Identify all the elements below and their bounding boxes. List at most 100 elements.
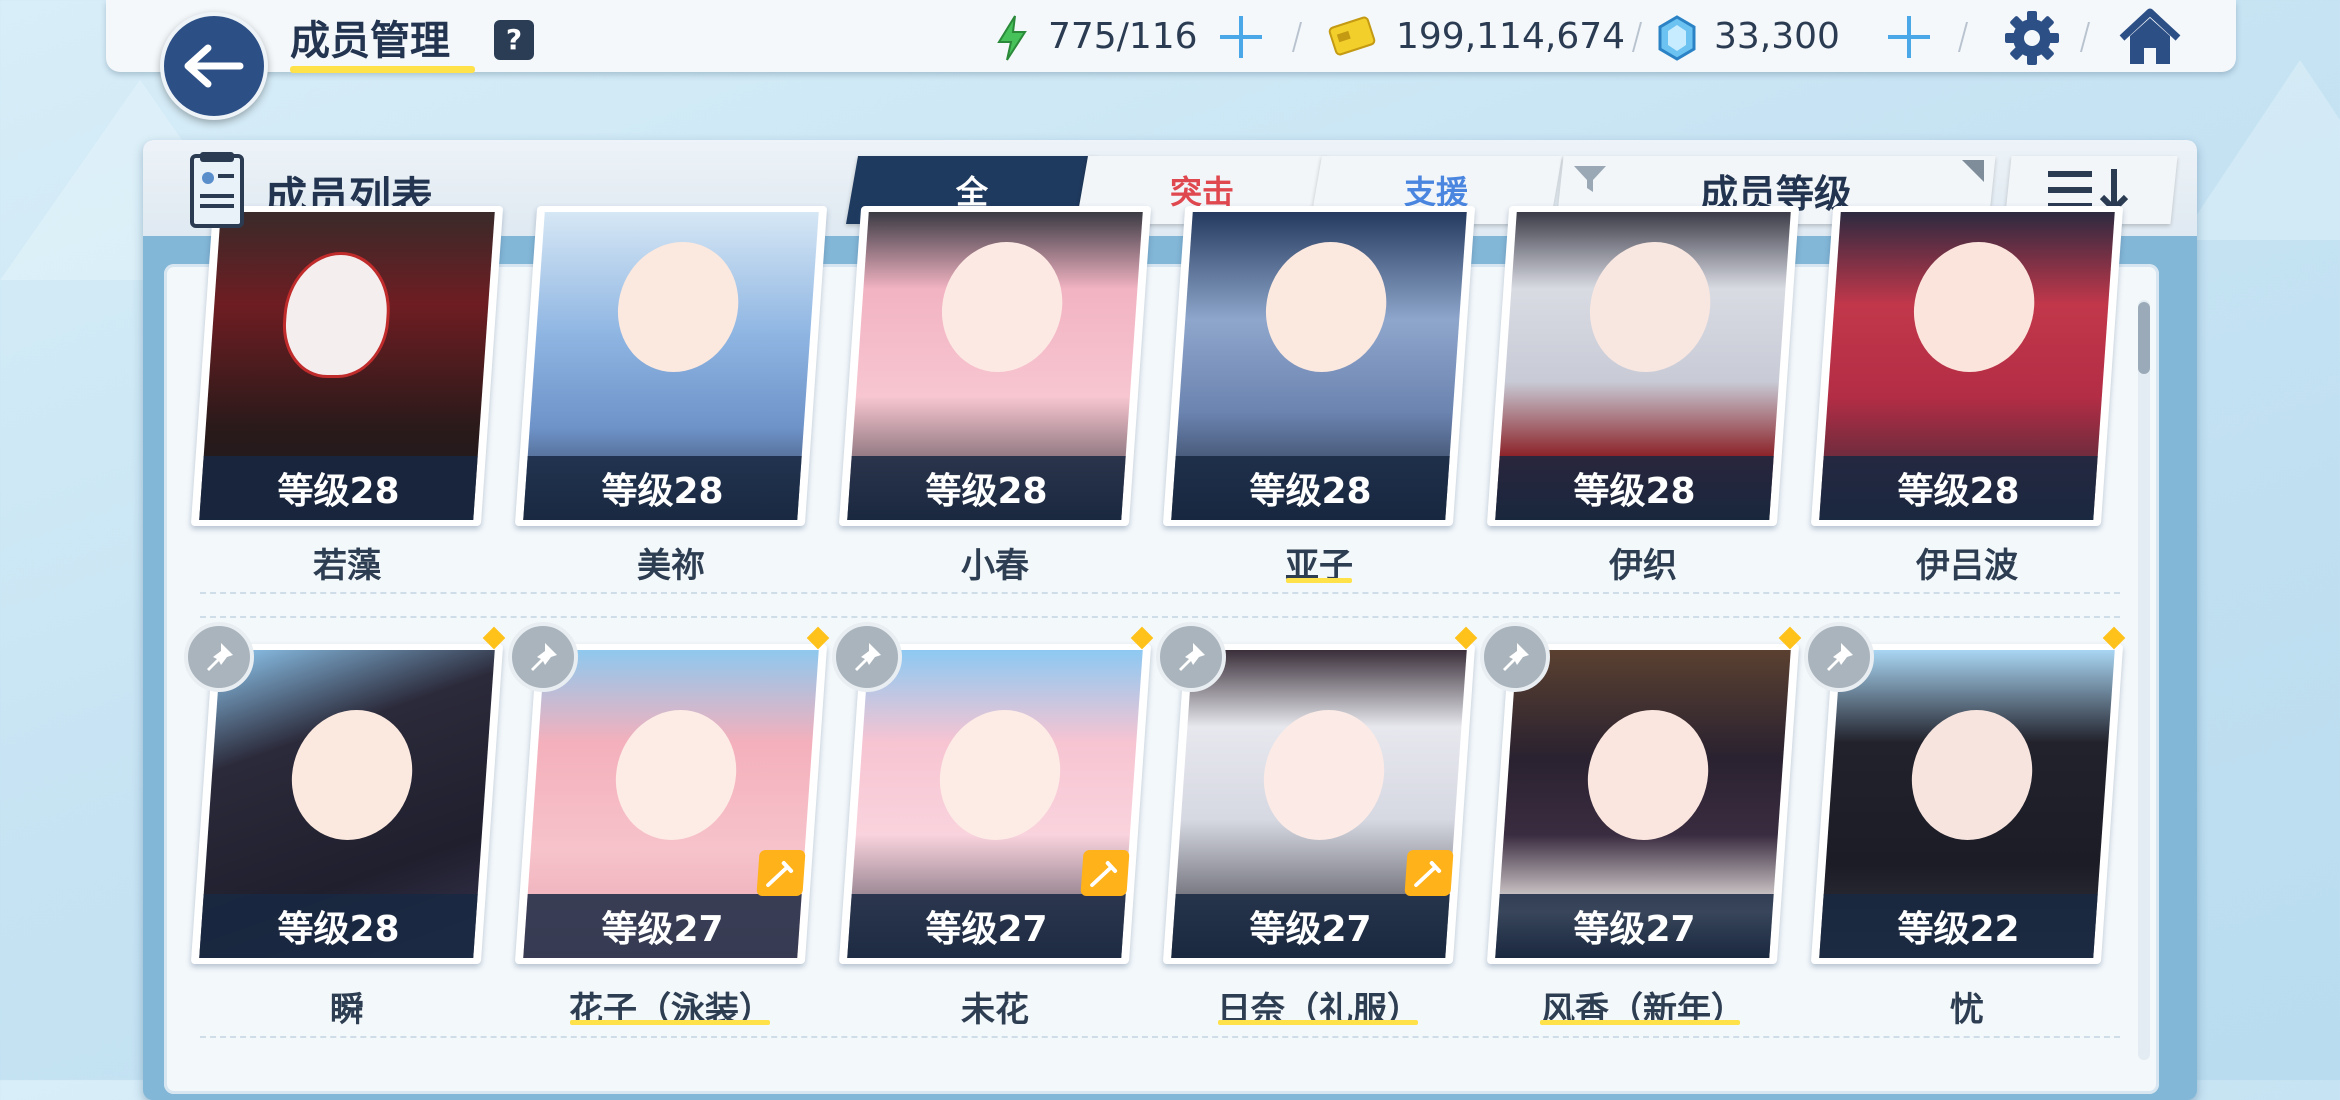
scrollbar-track[interactable]: [2138, 300, 2150, 1060]
pin-icon: [1179, 643, 1205, 671]
face-shape: [935, 710, 1065, 840]
credits-value: 199,114,674: [1396, 15, 1626, 57]
pin-button[interactable]: [1804, 622, 1874, 692]
level-label: 等级28: [925, 471, 1048, 512]
member-card[interactable]: 等级27: [838, 644, 1152, 964]
member-card[interactable]: 等级27: [514, 644, 828, 964]
level-label: 等级27: [1249, 909, 1372, 950]
level-bar: 等级28: [847, 456, 1126, 520]
pin-button[interactable]: [1156, 622, 1226, 692]
face-shape: [1909, 242, 2039, 372]
level-label: 等级28: [601, 471, 724, 512]
card-frame: 等级28: [1162, 206, 1476, 526]
pin-icon: [1503, 643, 1529, 671]
member-card[interactable]: 等级28: [1810, 206, 2124, 526]
level-bar: 等级28: [199, 456, 478, 520]
gems-value: 33,300: [1714, 15, 1840, 57]
pin-button[interactable]: [508, 622, 578, 692]
member-name: 瞬: [330, 990, 364, 1030]
face-shape: [1583, 710, 1713, 840]
card-frame: 等级22: [1810, 644, 2124, 964]
member-name: 小春: [961, 546, 1029, 586]
row-divider: [200, 616, 2120, 618]
face-shape: [611, 710, 741, 840]
member-list-icon: [190, 152, 244, 228]
member-name: 伊织: [1609, 546, 1677, 586]
add-gems-button[interactable]: [1886, 14, 1932, 60]
pin-icon: [207, 643, 233, 671]
card-frame: 等级28: [190, 644, 504, 964]
face-shape: [1907, 710, 2037, 840]
pin-button[interactable]: [1480, 622, 1550, 692]
role-badge-icon: [1080, 850, 1130, 896]
dropdown-corner-icon: [1962, 160, 1984, 182]
member-name: 伊吕波: [1916, 546, 2018, 586]
role-badge-icon: [756, 850, 806, 896]
title-underline: [290, 66, 475, 73]
name-underline: [1286, 578, 1352, 583]
member-name: 若藻: [313, 546, 381, 586]
level-label: 等级27: [925, 909, 1048, 950]
member-card[interactable]: 等级28: [514, 206, 828, 526]
card-frame: 等级28: [190, 206, 504, 526]
level-label: 等级28: [1249, 471, 1372, 512]
level-label: 等级27: [601, 909, 724, 950]
member-card[interactable]: 等级27: [1162, 644, 1476, 964]
pin-button[interactable]: [832, 622, 902, 692]
card-frame: 等级27: [838, 644, 1152, 964]
card-frame: 等级28: [1486, 206, 1800, 526]
name-underline: [1540, 1020, 1740, 1025]
member-card[interactable]: 等级28: [1162, 206, 1476, 526]
level-label: 等级28: [1897, 471, 2020, 512]
level-bar: 等级28: [1171, 456, 1450, 520]
face-shape: [937, 242, 1067, 372]
level-label: 等级28: [1573, 471, 1696, 512]
member-card[interactable]: 等级28: [190, 206, 504, 526]
settings-gear-icon[interactable]: [2002, 8, 2062, 68]
pin-button[interactable]: [184, 622, 254, 692]
face-shape: [1261, 242, 1391, 372]
gem-icon: [1658, 15, 1696, 61]
level-bar: 等级27: [847, 894, 1126, 958]
page-title: 成员管理: [290, 18, 450, 64]
level-bar: 等级28: [523, 456, 802, 520]
member-name: 美祢: [637, 546, 705, 586]
card-frame: 等级27: [1486, 644, 1800, 964]
add-stamina-button[interactable]: [1218, 14, 1264, 60]
mask-shape: [279, 252, 394, 378]
member-card[interactable]: 等级28: [1486, 206, 1800, 526]
level-bar: 等级28: [1495, 456, 1774, 520]
card-frame: 等级28: [514, 206, 828, 526]
member-card[interactable]: 等级22: [1810, 644, 2124, 964]
lightning-icon: [997, 15, 1027, 61]
row-divider: [200, 1036, 2120, 1038]
card-frame: 等级27: [514, 644, 828, 964]
level-bar: 等级22: [1819, 894, 2098, 958]
level-bar: 等级28: [1819, 456, 2098, 520]
back-button[interactable]: [160, 12, 268, 120]
name-underline: [1218, 1020, 1418, 1025]
level-label: 等级28: [277, 471, 400, 512]
filter-icon: [1574, 166, 1606, 192]
home-icon[interactable]: [2118, 8, 2182, 68]
name-underline: [570, 1020, 770, 1025]
help-button[interactable]: ?: [494, 20, 534, 60]
credit-card-icon: [1328, 16, 1376, 56]
card-frame: 等级27: [1162, 644, 1476, 964]
face-shape: [287, 710, 417, 840]
card-frame: 等级28: [1810, 206, 2124, 526]
scrollbar-thumb[interactable]: [2138, 302, 2150, 374]
member-card[interactable]: 等级28: [190, 644, 504, 964]
member-card[interactable]: 等级28: [838, 206, 1152, 526]
arrow-left-icon: [184, 44, 244, 88]
member-name: 忧: [1950, 990, 1984, 1030]
face-shape: [1585, 242, 1715, 372]
face-shape: [1259, 710, 1389, 840]
role-badge-icon: [1404, 850, 1454, 896]
row-divider: [200, 592, 2120, 594]
member-card[interactable]: 等级27: [1486, 644, 1800, 964]
background-shape: [2180, 60, 2340, 240]
face-shape: [613, 242, 743, 372]
stamina-value: 775/116: [1048, 15, 1198, 57]
card-frame: 等级28: [838, 206, 1152, 526]
